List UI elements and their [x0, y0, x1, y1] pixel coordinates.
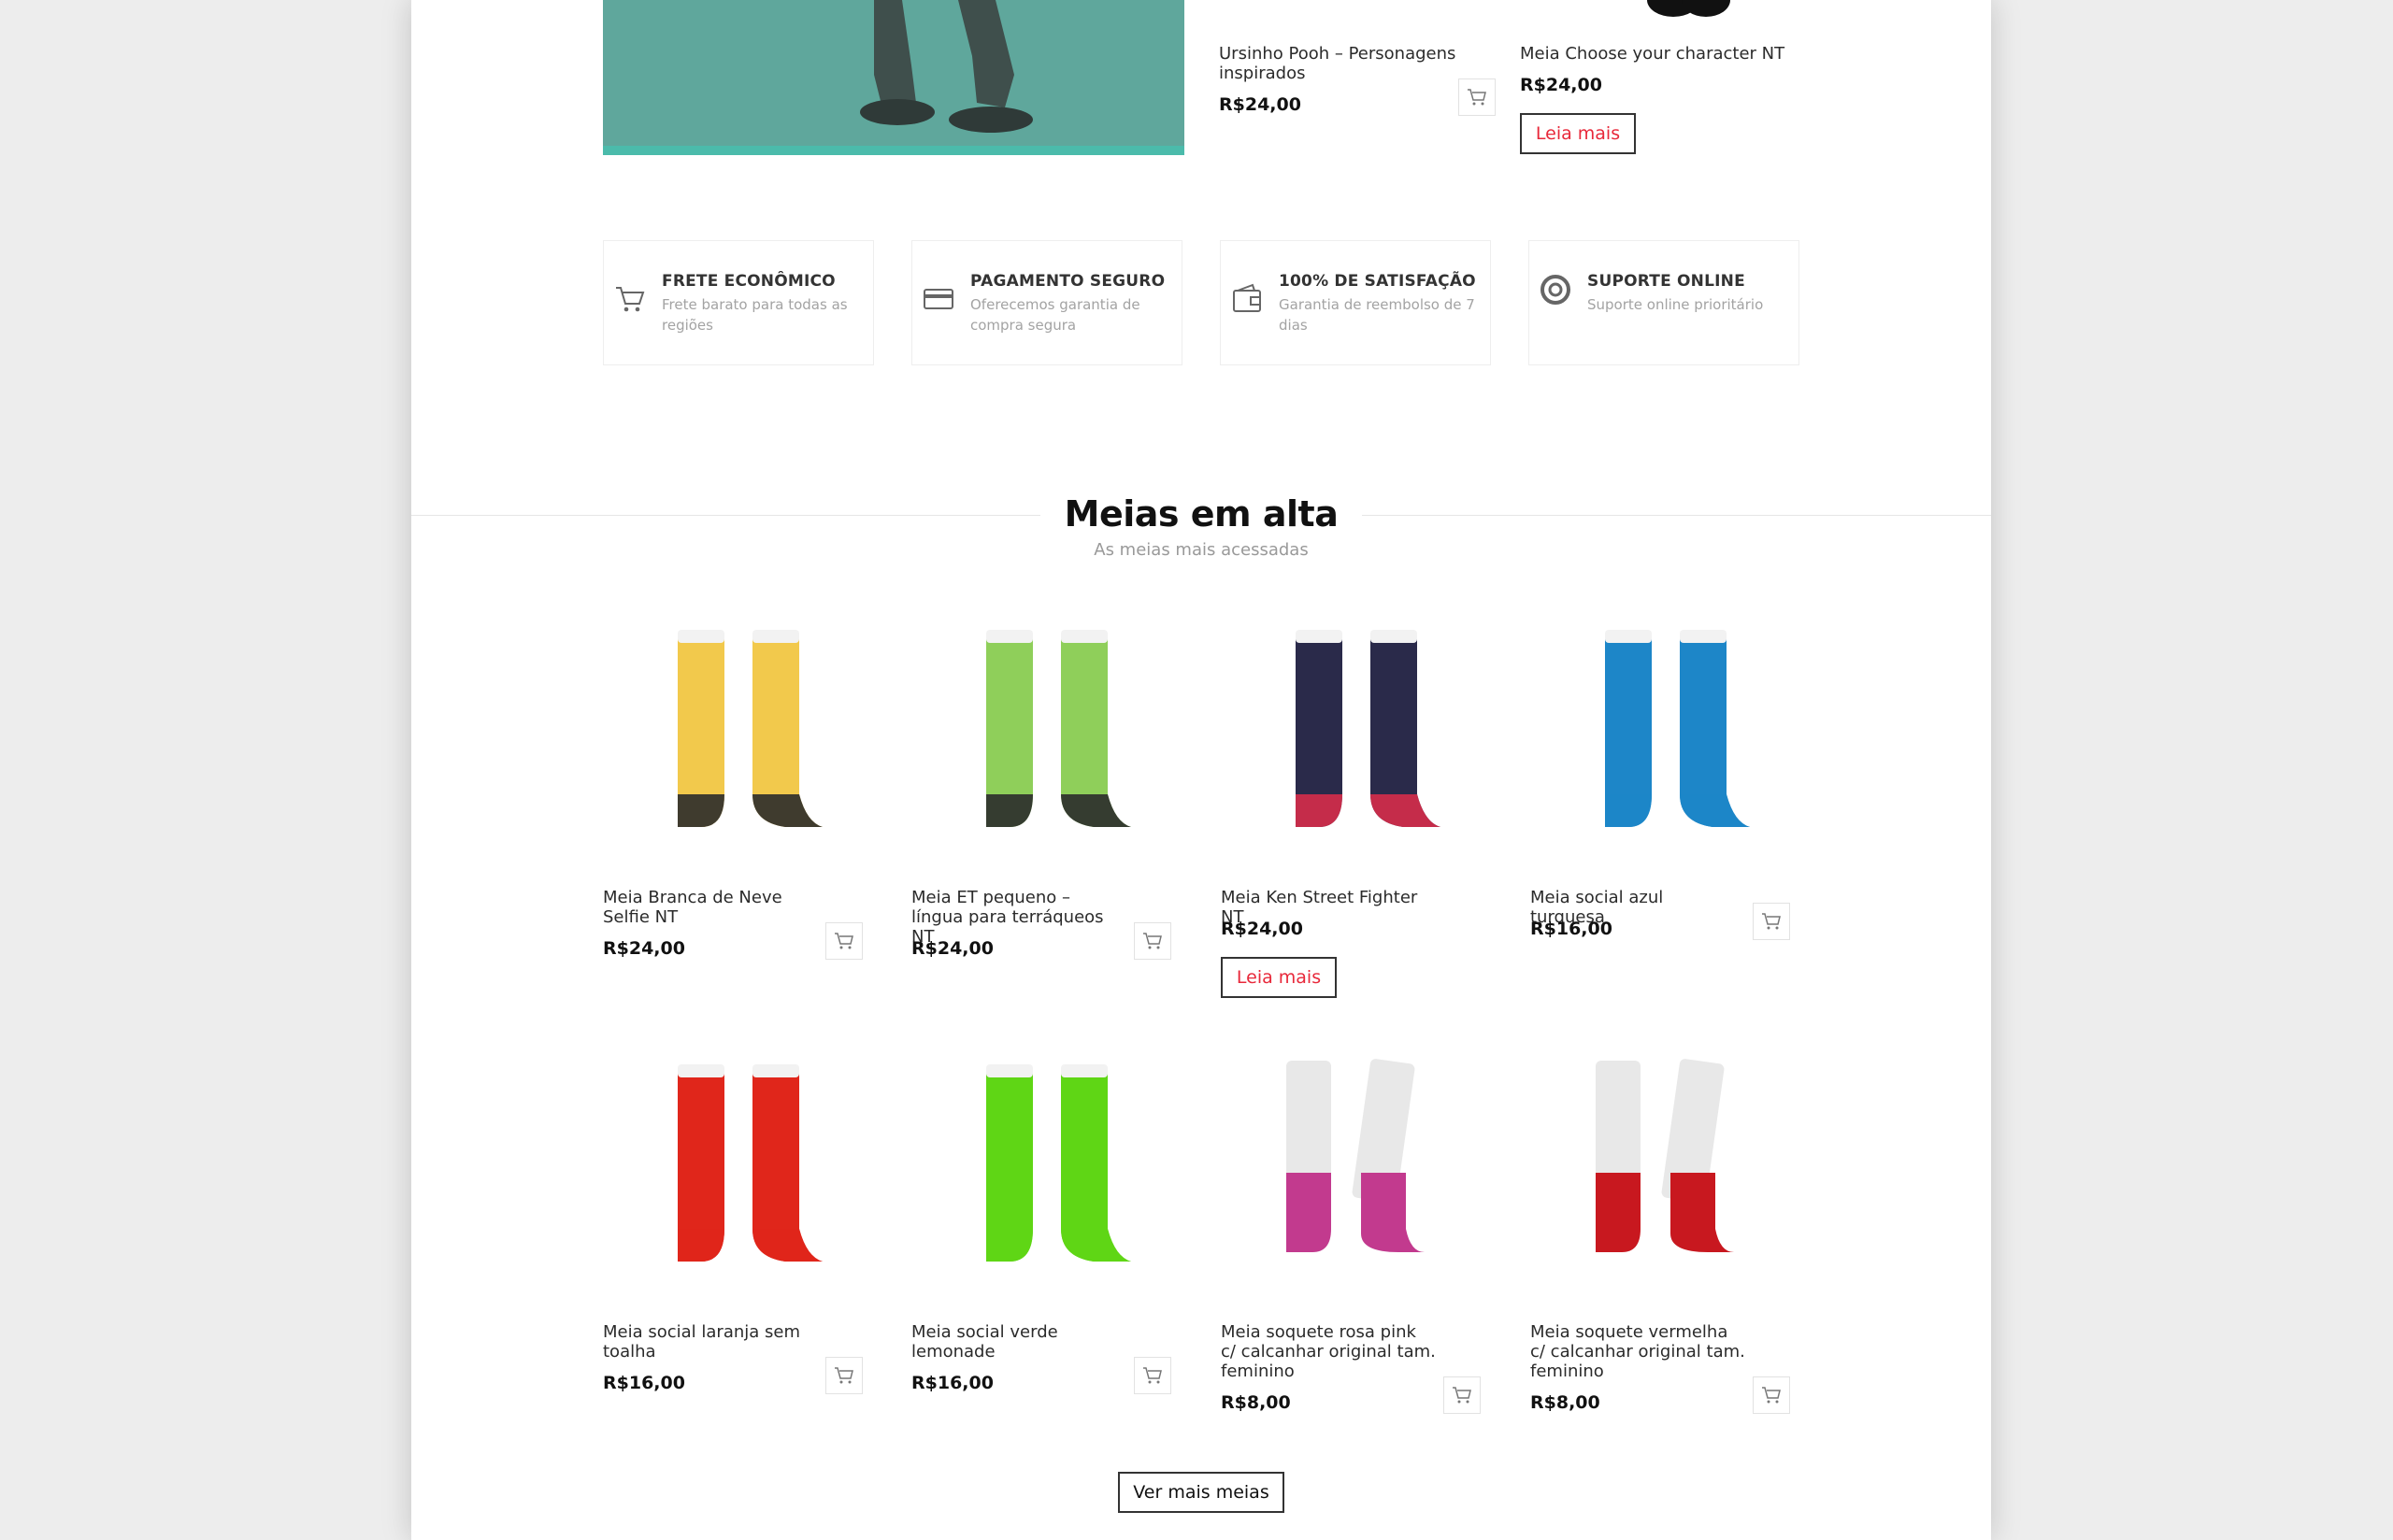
section-subtitle: As meias mais acessadas	[1094, 540, 1309, 560]
product-price: R$16,00	[911, 1373, 994, 1393]
read-more-button[interactable]: Leia mais	[1221, 957, 1337, 998]
cart-icon	[835, 933, 853, 949]
add-to-cart-button[interactable]	[1753, 1376, 1790, 1414]
product-price: R$8,00	[1530, 1392, 1600, 1413]
product-name[interactable]: Meia Choose your character NT	[1520, 44, 1791, 64]
product-name[interactable]: Meia soquete rosa pink c/ calcanhar orig…	[1221, 1322, 1436, 1381]
product-image[interactable]	[603, 607, 874, 869]
cart-icon	[835, 1367, 853, 1384]
credit-card-icon	[924, 289, 953, 309]
product-image[interactable]	[1530, 1042, 1801, 1304]
product-name[interactable]: Meia soquete vermelha c/ calcanhar origi…	[1530, 1322, 1745, 1381]
cart-icon	[1762, 913, 1781, 930]
feature-description: Suporte online prioritário	[1587, 296, 1764, 313]
feature-title: 100% DE SATISFAÇÃO	[1279, 272, 1476, 291]
product-image[interactable]	[603, 1042, 874, 1304]
product-image[interactable]	[911, 1042, 1182, 1304]
product-image[interactable]	[1221, 1042, 1492, 1304]
product-price: R$24,00	[1520, 75, 1602, 95]
product-name[interactable]: Meia social verde lemonade	[911, 1322, 1122, 1362]
feature-description: Garantia de reembolso de 7 dias	[1279, 296, 1475, 334]
see-more-button[interactable]: Ver mais meias	[1118, 1472, 1284, 1513]
feature-satisfaction: 100% DE SATISFAÇÃO Garantia de reembolso…	[1220, 240, 1491, 365]
product-price: R$16,00	[1530, 919, 1612, 939]
cart-icon	[1143, 933, 1162, 949]
feature-title: FRETE ECONÔMICO	[662, 272, 836, 291]
add-to-cart-button[interactable]	[825, 922, 863, 960]
feature-support: SUPORTE ONLINE Suporte online prioritári…	[1528, 240, 1799, 365]
add-to-cart-button[interactable]	[1134, 922, 1171, 960]
cart-icon	[1762, 1387, 1781, 1404]
product-price: R$24,00	[1219, 94, 1301, 115]
product-image[interactable]	[911, 607, 1182, 869]
product-name[interactable]: Meia social laranja sem toalha	[603, 1322, 813, 1362]
add-to-cart-button[interactable]	[1753, 903, 1790, 940]
page-content: Ursinho Pooh – Personagens inspirados R$…	[411, 0, 1991, 1540]
product-price: R$24,00	[1221, 919, 1303, 939]
cart-icon	[616, 287, 645, 312]
product-price: R$24,00	[911, 938, 994, 959]
section-title: Meias em alta	[411, 493, 1991, 535]
feature-title: PAGAMENTO SEGURO	[970, 272, 1166, 291]
product-image[interactable]	[1530, 607, 1801, 869]
cart-icon	[1143, 1367, 1162, 1384]
add-to-cart-button[interactable]	[1443, 1376, 1481, 1414]
feature-description: Oferecemos garantia de compra segura	[970, 296, 1140, 334]
add-to-cart-button[interactable]	[825, 1357, 863, 1394]
wallet-icon	[1233, 283, 1261, 312]
cart-icon	[1468, 89, 1486, 106]
promo-banner-image[interactable]	[603, 0, 1184, 155]
feature-description: Frete barato para todas as regiões	[662, 296, 848, 334]
product-image[interactable]	[1221, 607, 1492, 869]
lifebuoy-icon	[1540, 275, 1570, 305]
feature-payment: PAGAMENTO SEGURO Oferecemos garantia de …	[911, 240, 1182, 365]
feature-title: SUPORTE ONLINE	[1587, 272, 1745, 291]
product-name[interactable]: Ursinho Pooh – Personagens inspirados	[1219, 44, 1471, 83]
feature-shipping: FRETE ECONÔMICO Frete barato para todas …	[603, 240, 874, 365]
cart-icon	[1453, 1387, 1471, 1404]
product-price: R$24,00	[603, 938, 685, 959]
read-more-button[interactable]: Leia mais	[1520, 113, 1636, 154]
add-to-cart-button[interactable]	[1134, 1357, 1171, 1394]
product-price: R$16,00	[603, 1373, 685, 1393]
product-image[interactable]	[1547, 0, 1818, 22]
add-to-cart-button[interactable]	[1458, 78, 1496, 116]
product-name[interactable]: Meia Branca de Neve Selfie NT	[603, 888, 813, 927]
product-price: R$8,00	[1221, 1392, 1291, 1413]
